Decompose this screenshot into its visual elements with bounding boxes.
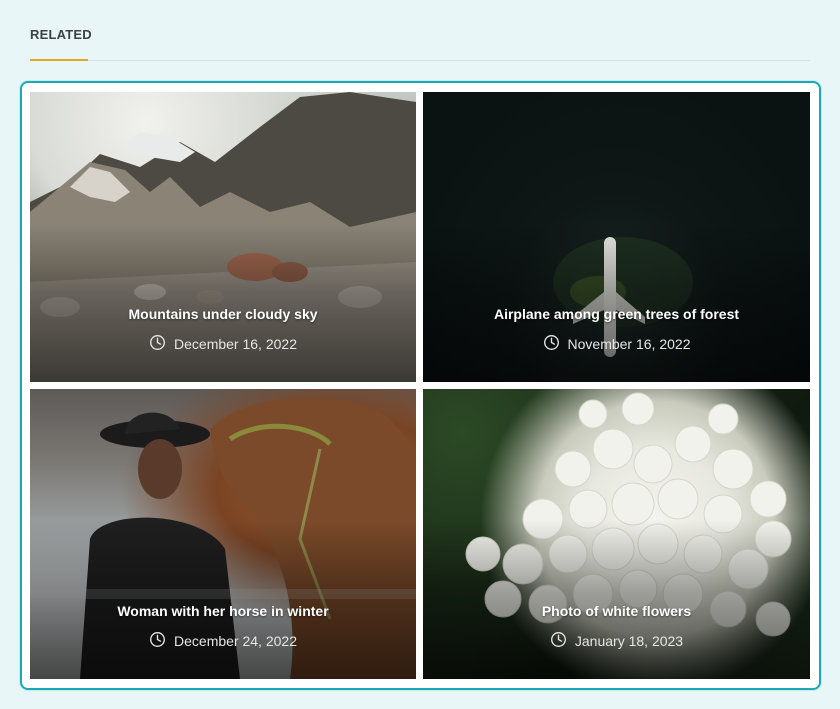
post-card[interactable]: Woman with her horse in winter December … [30, 389, 416, 679]
related-posts-grid: Mountains under cloudy sky December 16, … [20, 81, 821, 690]
clock-icon [550, 631, 567, 651]
post-title[interactable]: Mountains under cloudy sky [30, 306, 416, 322]
clock-icon [149, 631, 166, 651]
clock-icon [543, 334, 560, 354]
clock-icon [149, 334, 166, 354]
post-date: January 18, 2023 [423, 631, 810, 651]
post-card[interactable]: Mountains under cloudy sky December 16, … [30, 92, 416, 382]
post-title[interactable]: Photo of white flowers [423, 603, 810, 619]
post-date: November 16, 2022 [423, 334, 810, 354]
post-card[interactable]: Photo of white flowers January 18, 2023 [423, 389, 810, 679]
post-date-text: January 18, 2023 [574, 633, 684, 649]
post-title[interactable]: Woman with her horse in winter [30, 603, 416, 619]
post-date: December 16, 2022 [30, 334, 416, 354]
post-date: December 24, 2022 [30, 631, 416, 651]
post-date-text: December 16, 2022 [174, 336, 297, 352]
post-title[interactable]: Airplane among green trees of forest [423, 306, 810, 322]
post-date-text: November 16, 2022 [567, 336, 691, 352]
post-date-text: December 24, 2022 [174, 633, 297, 649]
related-section-header: RELATED [30, 27, 810, 61]
post-card[interactable]: Airplane among green trees of forest Nov… [423, 92, 810, 382]
section-title-underline [30, 59, 88, 61]
section-title: RELATED [30, 27, 92, 42]
